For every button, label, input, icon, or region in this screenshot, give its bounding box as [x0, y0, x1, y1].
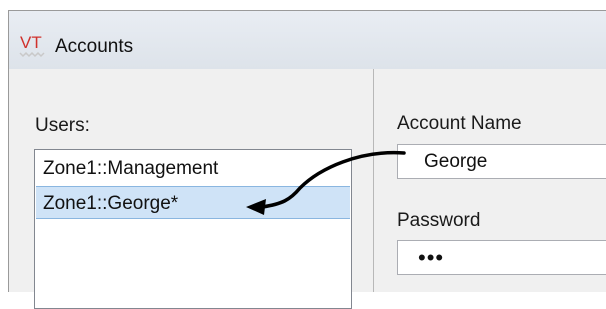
svg-text:VT: VT: [20, 33, 42, 52]
accounts-window: VT Accounts Users: Zone1::Management Zon…: [8, 10, 606, 309]
password-value: •••: [418, 245, 445, 270]
user-list-item-label: Zone1::George*: [43, 193, 179, 214]
users-list[interactable]: Zone1::Management Zone1::George*: [34, 149, 352, 309]
dialog-body: Users: Zone1::Management Zone1::George* …: [9, 69, 606, 309]
panel-splitter[interactable]: [373, 69, 374, 292]
app-logo-icon: VT: [19, 33, 45, 58]
account-name-field[interactable]: George: [397, 144, 606, 179]
title-bar: VT Accounts: [9, 11, 606, 69]
account-name-value: George: [424, 151, 488, 172]
user-list-item-george[interactable]: Zone1::George*: [36, 186, 350, 219]
account-name-label: Account Name: [397, 113, 522, 134]
user-list-item-label: Zone1::Management: [43, 158, 219, 179]
user-list-item-management[interactable]: Zone1::Management: [36, 152, 350, 185]
password-label: Password: [397, 210, 481, 231]
users-label: Users:: [35, 115, 90, 136]
window-title: Accounts: [55, 36, 134, 57]
password-field[interactable]: •••: [397, 240, 606, 275]
